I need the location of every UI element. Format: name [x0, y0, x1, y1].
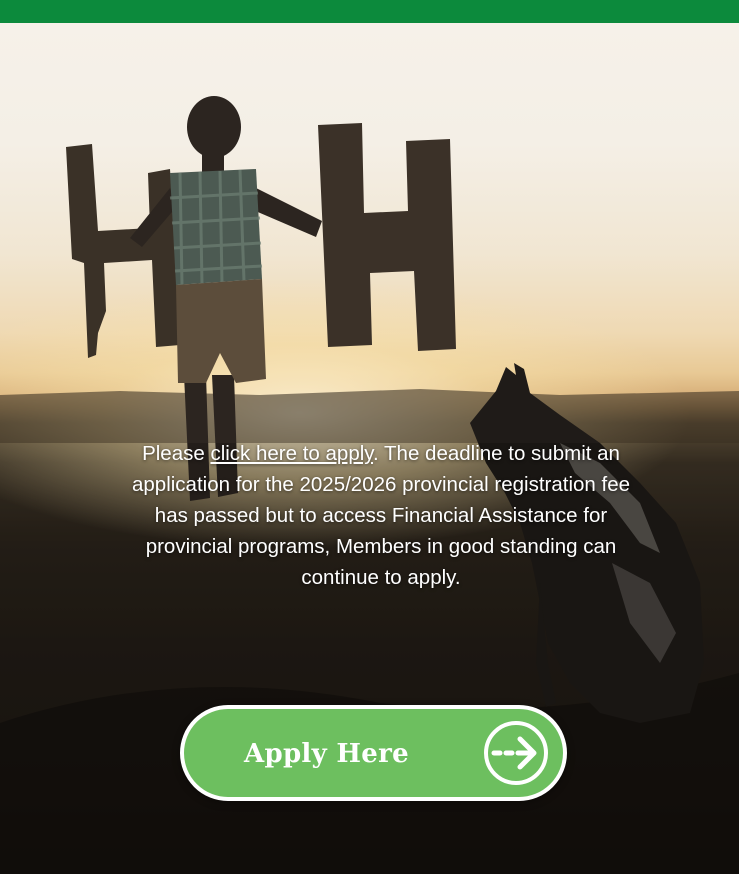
apply-here-button[interactable]: Apply Here [180, 705, 567, 801]
financial-assistance-notice: Please click here to apply. The deadline… [118, 438, 644, 593]
notice-prefix: Please [142, 442, 211, 465]
click-here-to-apply-link[interactable]: click here to apply [210, 442, 373, 465]
top-green-bar [0, 0, 739, 23]
arrow-circle-right-icon [484, 721, 548, 785]
apply-button-label: Apply Here [244, 739, 409, 769]
